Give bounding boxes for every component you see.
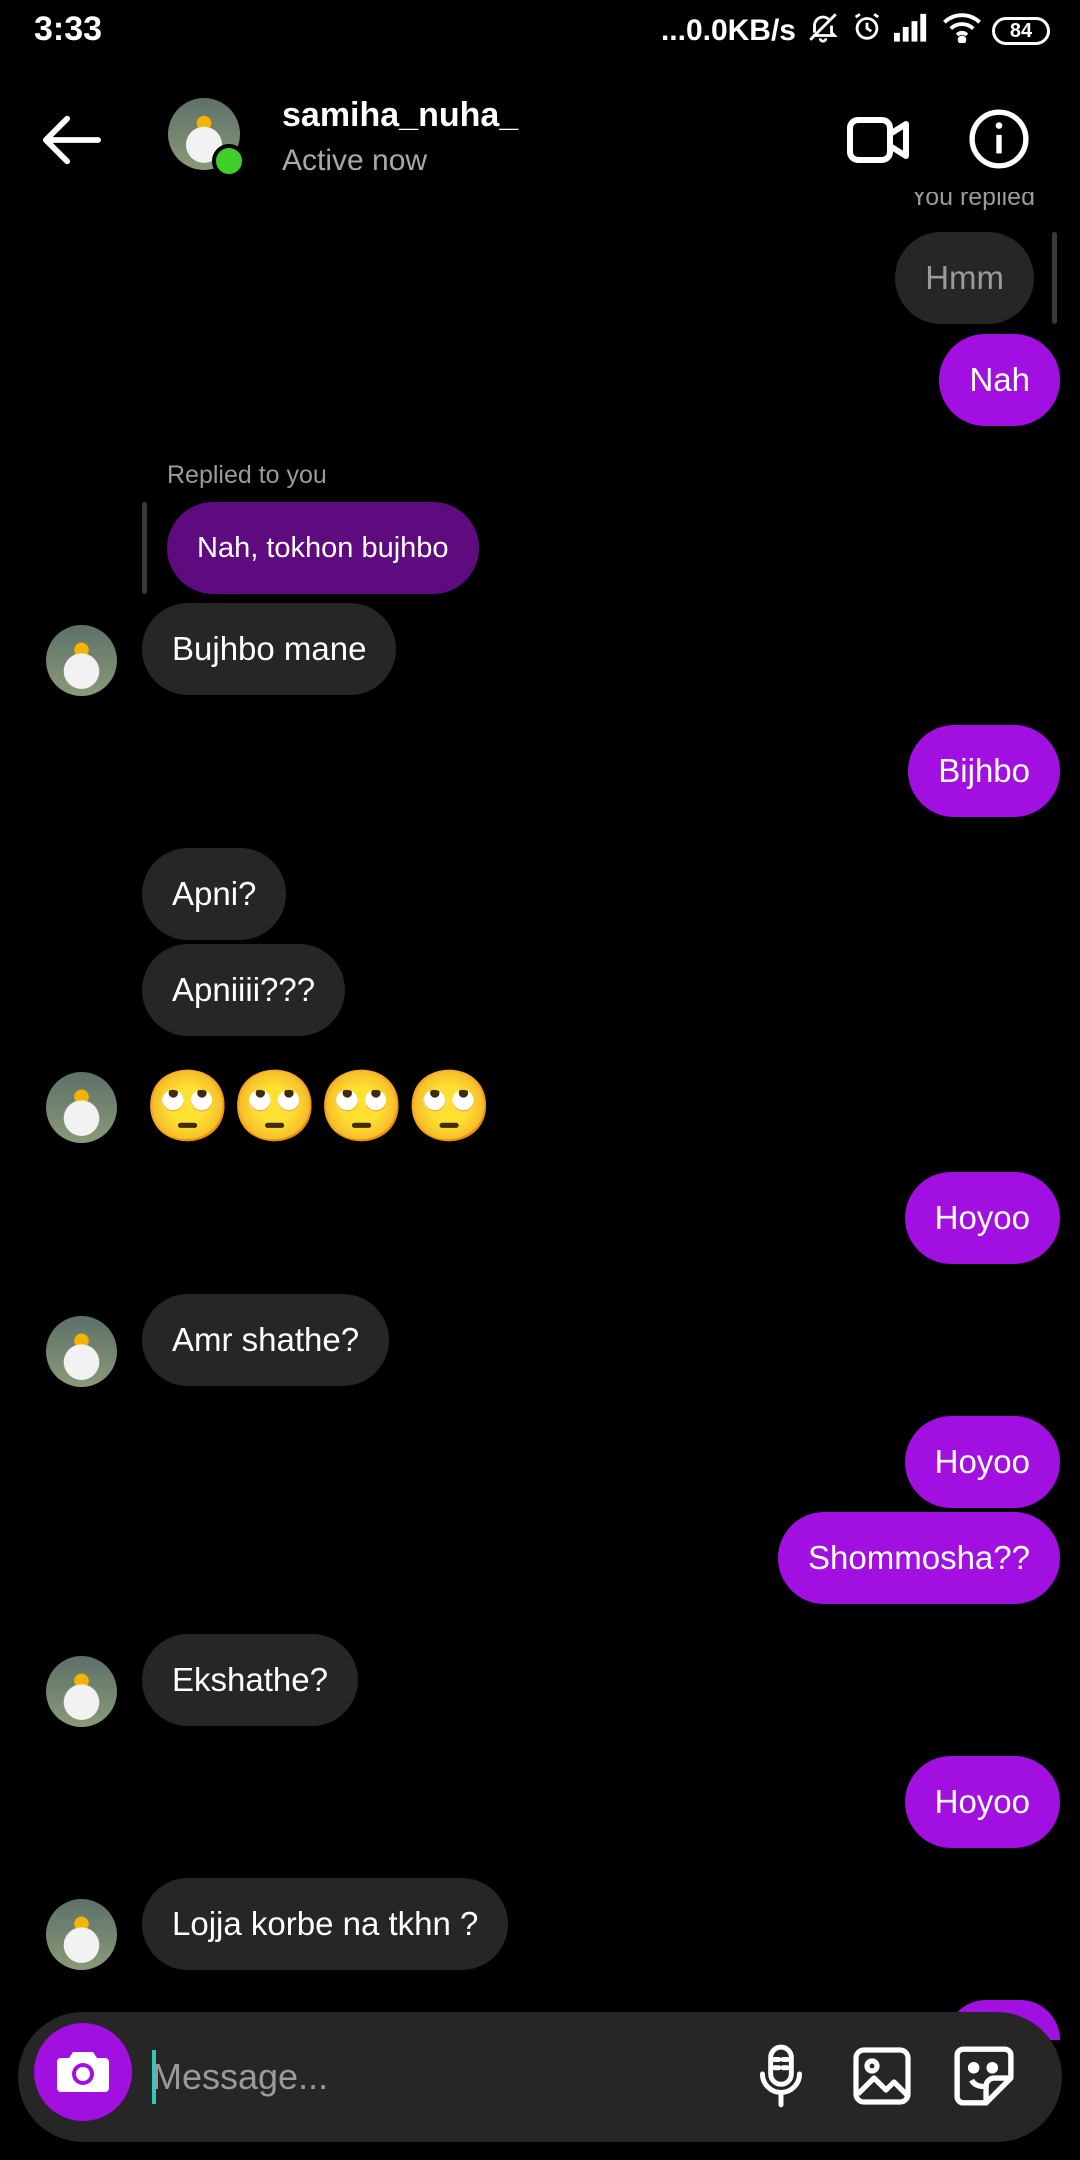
message-bubble-reply-quote[interactable]: Nah, tokhon bujhbo: [167, 502, 479, 594]
status-icons: ...0.0KB/s 84: [661, 10, 1050, 52]
message-bubble-outgoing[interactable]: Shommosha??: [778, 1512, 1060, 1604]
message-bubble-outgoing[interactable]: Nah: [939, 334, 1060, 426]
wifi-icon: [942, 11, 982, 51]
message-bubble-incoming[interactable]: Apniiii???: [142, 944, 346, 1036]
emoji-message[interactable]: 🙄🙄🙄🙄: [144, 1066, 493, 1146]
message-bubble-incoming[interactable]: Apni?: [142, 848, 287, 940]
sender-avatar[interactable]: [46, 1072, 117, 1143]
back-button[interactable]: [40, 112, 102, 173]
video-camera-icon: [847, 117, 909, 163]
info-button[interactable]: [968, 108, 1030, 175]
text-cursor: [152, 2050, 156, 2104]
message-bubble-outgoing[interactable]: Bijhbo: [908, 725, 1060, 817]
sender-avatar[interactable]: [46, 1656, 117, 1727]
message-bubble-outgoing[interactable]: Hoyoo: [904, 1172, 1060, 1264]
message-bubble-outgoing[interactable]: Hoyoo: [904, 1416, 1060, 1508]
you-replied-label: You replied: [910, 192, 1035, 211]
sticker-button[interactable]: [948, 2040, 1020, 2112]
reply-thread-line: [142, 502, 147, 594]
video-call-button[interactable]: [846, 112, 910, 173]
sticker-icon: [954, 2046, 1014, 2106]
microphone-icon: [759, 2044, 803, 2108]
voice-message-button[interactable]: [745, 2040, 817, 2112]
replied-to-you-label: Replied to you: [167, 461, 327, 489]
battery-indicator: 84: [992, 17, 1050, 45]
sender-avatar[interactable]: [46, 1316, 117, 1387]
sender-avatar[interactable]: [46, 625, 117, 696]
status-bar: 3:33 ...0.0KB/s 84: [0, 0, 1080, 64]
bell-muted-icon: [806, 10, 840, 52]
message-bubble-incoming[interactable]: Bujhbo mane: [142, 603, 397, 695]
message-bubble-reply-quote[interactable]: Hmm: [895, 232, 1034, 324]
message-input[interactable]: [150, 2036, 714, 2118]
alarm-icon: [850, 10, 884, 52]
net-speed: ...0.0KB/s: [660, 14, 796, 47]
message-bubble-incoming[interactable]: Amr shathe?: [142, 1294, 390, 1386]
message-bubble-outgoing[interactable]: Hoyoo: [904, 1756, 1060, 1848]
message-bubble-incoming[interactable]: Ekshathe?: [142, 1634, 358, 1726]
active-status: Active now: [282, 144, 428, 177]
reply-thread-line: [1052, 232, 1057, 324]
sender-avatar[interactable]: [46, 1899, 117, 1970]
camera-icon: [57, 2052, 109, 2092]
camera-button[interactable]: [34, 2023, 132, 2121]
gallery-button[interactable]: [846, 2040, 918, 2112]
chat-username[interactable]: samiha_nuha_: [282, 96, 518, 135]
image-icon: [853, 2047, 911, 2105]
info-icon: [969, 109, 1029, 169]
signal-icon: [894, 12, 932, 50]
arrow-left-icon: [42, 115, 102, 165]
status-time: 3:33: [34, 10, 103, 48]
message-bubble-incoming[interactable]: Lojja korbe na tkhn ?: [142, 1878, 509, 1970]
online-indicator: [212, 144, 246, 178]
